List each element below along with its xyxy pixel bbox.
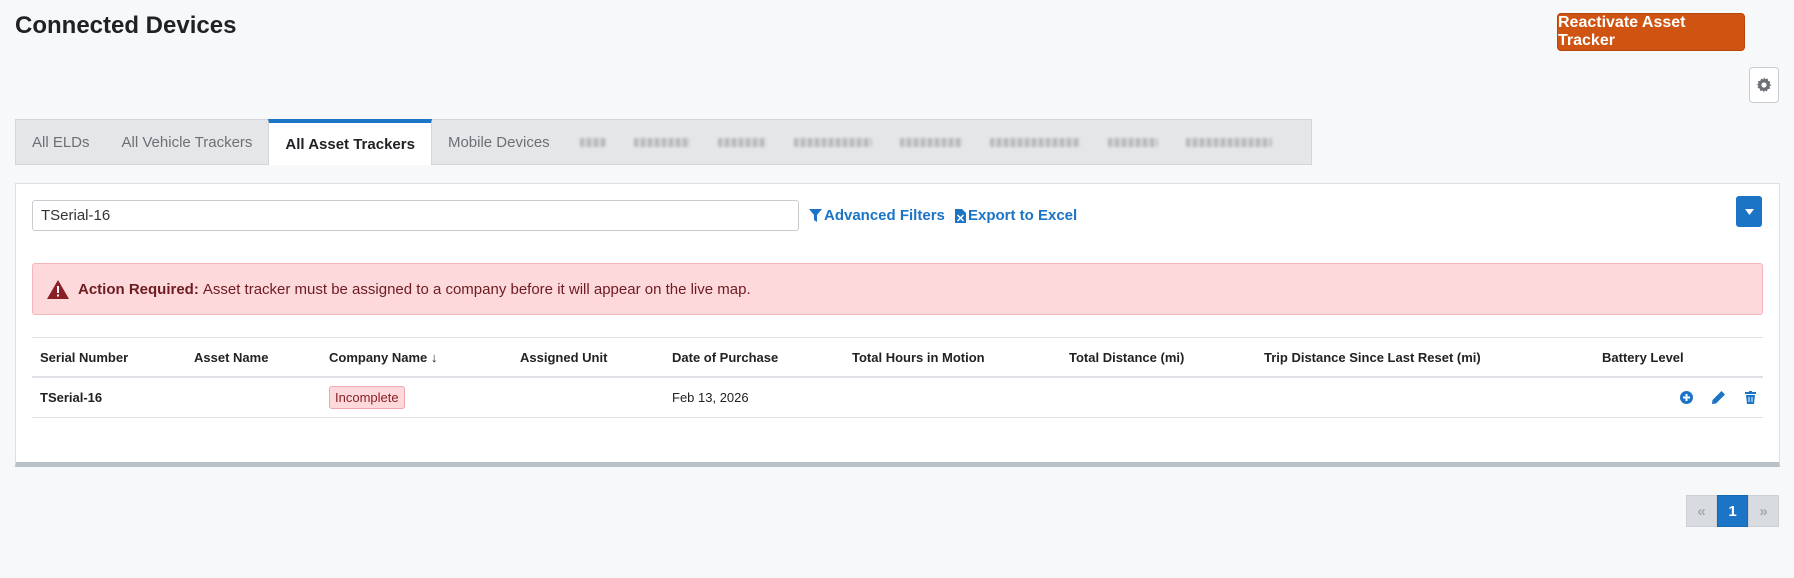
column-header-trip-distance[interactable]: Trip Distance Since Last Reset (mi) (1264, 350, 1481, 365)
table-header-row: Serial Number Asset Name Company Name ↓ … (32, 338, 1763, 378)
date-of-purchase-cell: Feb 13, 2026 (672, 390, 749, 405)
tab-mobile-devices[interactable]: Mobile Devices (432, 120, 566, 164)
tab-redacted[interactable] (1172, 120, 1286, 164)
tab-redacted[interactable] (1094, 120, 1172, 164)
tab-redacted[interactable] (886, 120, 976, 164)
previous-page-button[interactable]: « (1686, 495, 1717, 527)
tab-redacted[interactable] (704, 120, 780, 164)
warning-icon (47, 279, 69, 299)
incomplete-badge: Incomplete (329, 386, 405, 409)
options-dropdown-button[interactable] (1736, 196, 1762, 227)
tab-redacted[interactable] (976, 120, 1094, 164)
gear-icon (1756, 77, 1772, 93)
advanced-filters-label: Advanced Filters (824, 207, 945, 224)
devices-table: Serial Number Asset Name Company Name ↓ … (32, 337, 1763, 418)
tab-redacted[interactable] (620, 120, 704, 164)
page-1-button[interactable]: 1 (1717, 495, 1748, 527)
settings-button[interactable] (1749, 67, 1779, 103)
tab-redacted[interactable] (780, 120, 886, 164)
column-header-company-name[interactable]: Company Name ↓ (329, 350, 437, 365)
device-tabs: All ELDs All Vehicle Trackers All Asset … (15, 119, 1312, 165)
alert-message: Asset tracker must be assigned to a comp… (202, 280, 751, 298)
page-title: Connected Devices (15, 12, 237, 39)
caret-down-icon (1744, 208, 1754, 215)
alert-title: Action Required: (78, 280, 199, 298)
tab-redacted[interactable] (566, 120, 620, 164)
column-header-serial-number[interactable]: Serial Number (40, 350, 128, 365)
company-name-cell: Incomplete (329, 386, 405, 409)
export-to-excel-link[interactable]: Export to Excel (955, 207, 1077, 224)
advanced-filters-link[interactable]: Advanced Filters (809, 207, 945, 224)
column-header-battery-level[interactable]: Battery Level (1602, 350, 1684, 365)
next-page-button[interactable]: » (1748, 495, 1779, 527)
pencil-icon[interactable] (1709, 389, 1727, 407)
column-header-total-distance[interactable]: Total Distance (mi) (1069, 350, 1184, 365)
add-circle-icon[interactable] (1677, 389, 1695, 407)
tab-all-vehicle-trackers[interactable]: All Vehicle Trackers (106, 120, 269, 164)
search-input[interactable] (32, 200, 799, 231)
column-header-total-hours-in-motion[interactable]: Total Hours in Motion (852, 350, 985, 365)
serial-number-cell: TSerial-16 (40, 390, 103, 405)
export-label: Export to Excel (968, 207, 1078, 224)
pagination: « 1 » (1686, 495, 1779, 527)
table-row: TSerial-16 Incomplete Feb 13, 2026 (32, 378, 1763, 418)
column-header-assigned-unit[interactable]: Assigned Unit (520, 350, 607, 365)
devices-panel: Advanced Filters Export to Excel Action … (15, 183, 1780, 467)
row-actions (1677, 389, 1759, 407)
column-header-date-of-purchase[interactable]: Date of Purchase (672, 350, 778, 365)
reactivate-asset-tracker-button[interactable]: Reactivate Asset Tracker (1557, 13, 1745, 51)
column-header-asset-name[interactable]: Asset Name (194, 350, 268, 365)
tab-all-asset-trackers[interactable]: All Asset Trackers (268, 119, 432, 165)
action-required-alert: Action Required: Asset tracker must be a… (32, 263, 1763, 315)
excel-file-icon (955, 208, 966, 223)
filter-icon (809, 209, 822, 222)
trash-icon[interactable] (1741, 389, 1759, 407)
tab-all-elds[interactable]: All ELDs (16, 120, 106, 164)
